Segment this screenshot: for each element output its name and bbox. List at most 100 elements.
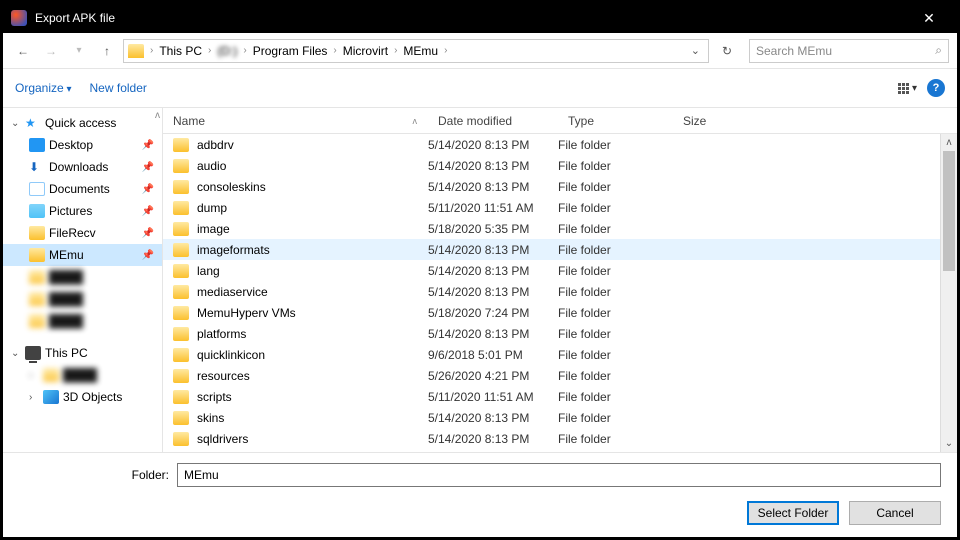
forward-button[interactable]: → <box>39 39 63 63</box>
sidebar-item-memu[interactable]: MEmu 📌 <box>3 244 162 266</box>
cancel-button[interactable]: Cancel <box>849 501 941 525</box>
column-type[interactable]: Type <box>558 114 673 128</box>
breadcrumb-this-pc[interactable]: This PC <box>155 44 206 58</box>
file-row[interactable]: dump5/11/2020 11:51 AMFile folder <box>163 197 957 218</box>
breadcrumb-drive[interactable]: (D:) <box>213 44 241 58</box>
sidebar-item-desktop[interactable]: Desktop 📌 <box>3 134 162 156</box>
column-size[interactable]: Size <box>673 114 753 128</box>
scrollbar-thumb[interactable] <box>943 151 955 271</box>
folder-icon <box>173 180 189 194</box>
sidebar-item-hidden[interactable]: ████ <box>3 310 162 332</box>
breadcrumb-program-files[interactable]: Program Files <box>249 44 332 58</box>
file-type: File folder <box>558 222 673 236</box>
folder-icon <box>29 248 45 262</box>
file-row[interactable]: uninstall5/18/2020 10:55 AMFile folder <box>163 449 957 452</box>
file-name: lang <box>197 264 428 278</box>
file-row[interactable]: platforms5/14/2020 8:13 PMFile folder <box>163 323 957 344</box>
folder-label: Folder: <box>19 468 169 482</box>
folder-icon <box>173 306 189 320</box>
grid-icon <box>898 83 909 94</box>
scroll-down-button[interactable]: ⌄ <box>941 435 957 452</box>
file-name: imageformats <box>197 243 428 257</box>
breadcrumb-memu[interactable]: MEmu <box>399 44 442 58</box>
select-folder-button[interactable]: Select Folder <box>747 501 839 525</box>
file-date: 5/14/2020 8:13 PM <box>428 411 558 425</box>
pin-icon: 📌 <box>142 250 154 261</box>
file-date: 5/18/2020 7:24 PM <box>428 306 558 320</box>
file-type: File folder <box>558 285 673 299</box>
file-row[interactable]: adbdrv5/14/2020 8:13 PMFile folder <box>163 134 957 155</box>
sidebar-quick-access[interactable]: ⌄ ★ Quick access <box>3 112 162 134</box>
sidebar-item-hidden[interactable]: ████ <box>3 288 162 310</box>
pc-icon <box>25 346 41 360</box>
file-name: image <box>197 222 428 236</box>
file-row[interactable]: imageformats5/14/2020 8:13 PMFile folder <box>163 239 957 260</box>
help-button[interactable]: ? <box>927 79 945 97</box>
file-type: File folder <box>558 180 673 194</box>
address-dropdown[interactable]: ⌄ <box>691 44 704 57</box>
scroll-up-icon[interactable]: ʌ <box>155 110 160 121</box>
address-bar[interactable]: › This PC › (D:) › Program Files › Micro… <box>123 39 709 63</box>
file-row[interactable]: image5/18/2020 5:35 PMFile folder <box>163 218 957 239</box>
file-row[interactable]: quicklinkicon9/6/2018 5:01 PMFile folder <box>163 344 957 365</box>
column-name[interactable]: Nameʌ <box>163 114 428 128</box>
up-button[interactable]: ↑ <box>95 39 119 63</box>
column-date[interactable]: Date modified <box>428 114 558 128</box>
vertical-scrollbar[interactable]: ʌ ⌄ <box>940 134 957 452</box>
search-input[interactable]: Search MEmu ⌕ <box>749 39 949 63</box>
sidebar-item-3d-objects[interactable]: › 3D Objects <box>3 386 162 408</box>
sidebar-item-hidden[interactable]: ████ <box>3 266 162 288</box>
recent-dropdown[interactable]: ▾ <box>67 39 91 63</box>
file-type: File folder <box>558 159 673 173</box>
chevron-right-icon: › <box>29 392 39 403</box>
file-name: quicklinkicon <box>197 348 428 362</box>
back-button[interactable]: ← <box>11 39 35 63</box>
sidebar-item-filerecv[interactable]: FileRecv 📌 <box>3 222 162 244</box>
sidebar-item-hidden[interactable]: › ████ <box>3 364 162 386</box>
file-row[interactable]: lang5/14/2020 8:13 PMFile folder <box>163 260 957 281</box>
file-type: File folder <box>558 138 673 152</box>
sidebar-this-pc[interactable]: ⌄ This PC <box>3 342 162 364</box>
file-date: 5/11/2020 11:51 AM <box>428 201 558 215</box>
file-type: File folder <box>558 243 673 257</box>
file-type: File folder <box>558 390 673 404</box>
file-row[interactable]: mediaservice5/14/2020 8:13 PMFile folder <box>163 281 957 302</box>
folder-name-input[interactable] <box>177 463 941 487</box>
organize-menu[interactable]: Organize <box>15 81 72 95</box>
refresh-button[interactable]: ↻ <box>715 44 739 58</box>
chevron-right-icon[interactable]: › <box>331 45 338 56</box>
view-options-button[interactable]: ▾ <box>898 83 917 94</box>
close-button[interactable]: ✕ <box>909 10 949 27</box>
file-date: 5/26/2020 4:21 PM <box>428 369 558 383</box>
chevron-right-icon[interactable]: › <box>392 45 399 56</box>
desktop-icon <box>29 138 45 152</box>
new-folder-button[interactable]: New folder <box>90 81 147 95</box>
file-row[interactable]: consoleskins5/14/2020 8:13 PMFile folder <box>163 176 957 197</box>
file-row[interactable]: audio5/14/2020 8:13 PMFile folder <box>163 155 957 176</box>
chevron-right-icon[interactable]: › <box>148 45 155 56</box>
cube-icon <box>43 390 59 404</box>
file-name: platforms <box>197 327 428 341</box>
documents-icon <box>29 182 45 196</box>
pin-icon: 📌 <box>142 184 154 195</box>
titlebar: Export APK file ✕ <box>3 3 957 33</box>
chevron-down-icon: ⌄ <box>11 348 21 359</box>
file-row[interactable]: skins5/14/2020 8:13 PMFile folder <box>163 407 957 428</box>
sidebar-item-downloads[interactable]: ⬇ Downloads 📌 <box>3 156 162 178</box>
file-date: 5/11/2020 11:51 AM <box>428 390 558 404</box>
file-row[interactable]: MemuHyperv VMs5/18/2020 7:24 PMFile fold… <box>163 302 957 323</box>
sidebar-item-documents[interactable]: Documents 📌 <box>3 178 162 200</box>
chevron-right-icon[interactable]: › <box>241 45 248 56</box>
breadcrumb-microvirt[interactable]: Microvirt <box>339 44 392 58</box>
sidebar-item-pictures[interactable]: Pictures 📌 <box>3 200 162 222</box>
file-date: 5/14/2020 8:13 PM <box>428 159 558 173</box>
file-row[interactable]: scripts5/11/2020 11:51 AMFile folder <box>163 386 957 407</box>
file-name: skins <box>197 411 428 425</box>
chevron-right-icon[interactable]: › <box>442 45 449 56</box>
scroll-up-button[interactable]: ʌ <box>941 134 957 151</box>
file-date: 5/18/2020 5:35 PM <box>428 222 558 236</box>
chevron-right-icon[interactable]: › <box>206 45 213 56</box>
file-row[interactable]: resources5/26/2020 4:21 PMFile folder <box>163 365 957 386</box>
file-row[interactable]: sqldrivers5/14/2020 8:13 PMFile folder <box>163 428 957 449</box>
file-list: Nameʌ Date modified Type Size adbdrv5/14… <box>163 108 957 452</box>
